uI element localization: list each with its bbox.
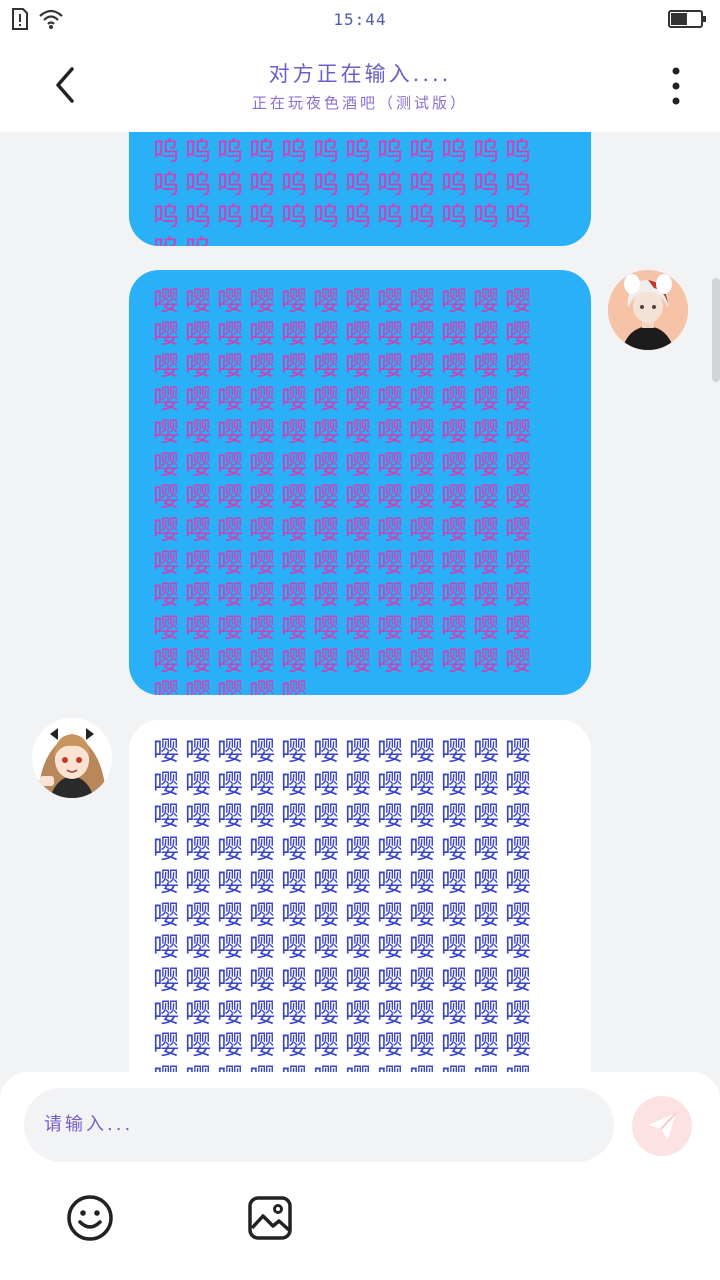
- message-input[interactable]: 请输入...: [24, 1088, 614, 1162]
- status-bar: 15:44: [0, 0, 720, 40]
- page-subtitle: 正在玩夜色酒吧（测试版）: [251, 94, 468, 112]
- message-bubble[interactable]: 嘤嘤嘤嘤嘤嘤嘤嘤嘤嘤嘤嘤嘤嘤嘤嘤嘤嘤嘤嘤嘤嘤嘤嘤嘤嘤嘤嘤嘤嘤嘤嘤嘤嘤嘤嘤嘤嘤嘤嘤…: [129, 270, 591, 695]
- avatar-twin-tail-girl: [32, 718, 112, 798]
- status-time: 15:44: [333, 10, 387, 29]
- more-vertical-icon: [672, 67, 680, 105]
- avatar-white-hair-boy: [608, 270, 688, 350]
- paper-plane-icon: [648, 1112, 677, 1140]
- image-button[interactable]: [246, 1194, 294, 1242]
- smiley-icon: [67, 1195, 113, 1241]
- avatar[interactable]: [32, 718, 112, 798]
- message-text: 嘤嘤嘤嘤嘤嘤嘤嘤嘤嘤嘤嘤嘤嘤嘤嘤嘤嘤嘤嘤嘤嘤嘤嘤嘤嘤嘤嘤嘤嘤嘤嘤嘤嘤嘤嘤嘤嘤嘤嘤…: [153, 287, 538, 695]
- scrollbar-thumb[interactable]: [712, 278, 720, 382]
- send-button[interactable]: [632, 1096, 692, 1156]
- chat-message-list[interactable]: 呜呜呜呜呜呜呜呜呜呜呜呜呜呜呜呜呜呜呜呜呜呜呜呜呜呜呜呜呜呜呜呜呜呜呜呜呜呜 嘤…: [0, 132, 720, 1072]
- message-bubble[interactable]: 嘤嘤嘤嘤嘤嘤嘤嘤嘤嘤嘤嘤嘤嘤嘤嘤嘤嘤嘤嘤嘤嘤嘤嘤嘤嘤嘤嘤嘤嘤嘤嘤嘤嘤嘤嘤嘤嘤嘤嘤…: [129, 720, 591, 1072]
- message-bubble[interactable]: 呜呜呜呜呜呜呜呜呜呜呜呜呜呜呜呜呜呜呜呜呜呜呜呜呜呜呜呜呜呜呜呜呜呜呜呜呜呜: [129, 132, 591, 246]
- message-text: 嘤嘤嘤嘤嘤嘤嘤嘤嘤嘤嘤嘤嘤嘤嘤嘤嘤嘤嘤嘤嘤嘤嘤嘤嘤嘤嘤嘤嘤嘤嘤嘤嘤嘤嘤嘤嘤嘤嘤嘤…: [153, 737, 538, 1072]
- image-icon: [248, 1196, 292, 1240]
- battery-icon: [668, 9, 708, 33]
- chat-header: 对方正在输入.... 正在玩夜色酒吧（测试版）: [0, 40, 720, 132]
- more-options-button[interactable]: [666, 66, 686, 106]
- avatar[interactable]: [608, 270, 688, 350]
- message-composer: 请输入...: [0, 1072, 720, 1280]
- emoji-button[interactable]: [66, 1194, 114, 1242]
- message-text: 呜呜呜呜呜呜呜呜呜呜呜呜呜呜呜呜呜呜呜呜呜呜呜呜呜呜呜呜呜呜呜呜呜呜呜呜呜呜: [153, 137, 538, 246]
- page-title: 对方正在输入....: [268, 62, 452, 86]
